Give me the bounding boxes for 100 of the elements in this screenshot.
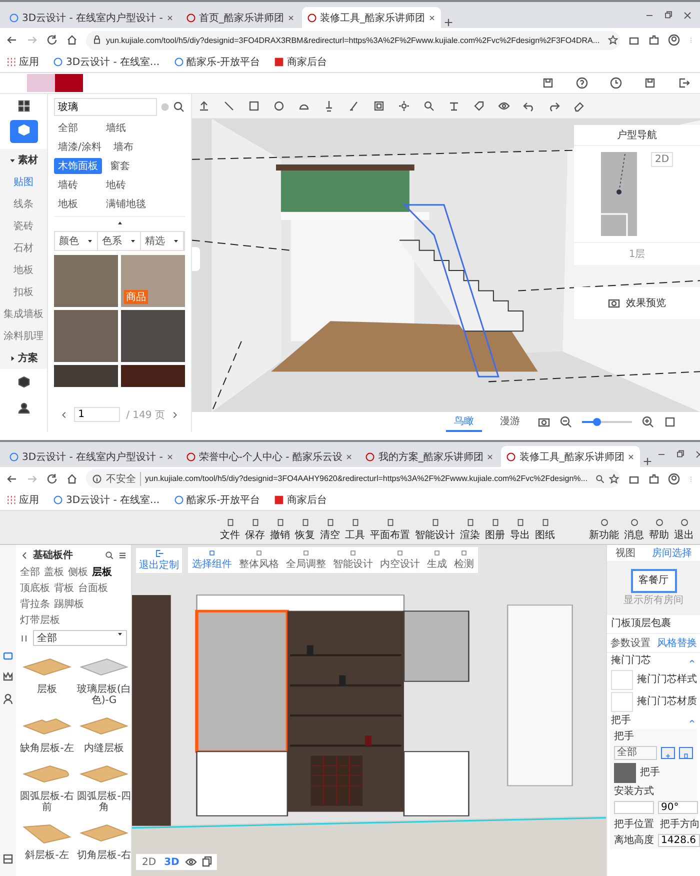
delete-button[interactable] [679,747,693,759]
wood-swatch[interactable] [54,310,118,362]
menu-button[interactable]: 工具 [345,518,365,542]
wood-swatch[interactable] [121,310,185,362]
next-page-icon[interactable] [170,410,179,418]
home-icon[interactable] [66,34,78,46]
view-mode-button[interactable]: 3D [162,856,182,868]
browser-tab[interactable]: 装修工具_酷家乐讲师团 [302,7,441,28]
eraser-icon[interactable] [573,100,585,112]
panel-tab[interactable]: 风格替换 [656,636,697,650]
reload-icon[interactable] [46,34,58,46]
address-bar[interactable]: yun.kujiale.com/tool/h5/diy?designid=3FO4DRAX3RBM&redirecturl=https%3A%2F%2Fwww.kujiale.com%2Fvc%2Fdesign%2F3FO4DRA... [86,30,620,50]
view-tab[interactable]: 漫游 [492,412,528,432]
account-icon[interactable] [668,34,680,46]
bookmark[interactable]: 应用 [6,55,39,69]
category-tab[interactable]: 地板 [54,196,98,212]
view-mode-button[interactable]: 2D [140,856,158,868]
circle-icon[interactable] [273,100,285,112]
clock-icon[interactable] [610,77,622,89]
sort-icon[interactable] [20,634,29,642]
board-item[interactable]: 层板 [20,649,74,706]
sun-icon[interactable] [398,100,410,112]
bookmark[interactable]: 应用 [6,493,39,508]
category-tab[interactable]: 踢脚板 [54,597,84,611]
hexagon-icon[interactable] [18,376,30,388]
collapse-icon[interactable] [116,219,124,227]
category-tab[interactable]: 墙砖 [54,177,98,193]
filter-dropdown[interactable]: 颜色 [55,232,98,250]
browser-tab[interactable]: 3D云设计 - 在线室内户型设计 - [4,446,179,468]
handle-thumbnail[interactable] [614,763,636,783]
board-item[interactable]: 缺角层板-左 [20,708,74,754]
tag-icon[interactable] [473,100,485,112]
menu-button[interactable]: 清空 [320,518,340,542]
browser-tab[interactable]: 首页_酷家乐讲师团 [180,7,300,28]
reload-icon[interactable] [46,472,58,485]
category-tab[interactable]: 侧板 [68,565,88,579]
menu-button[interactable]: 新功能 [589,518,619,542]
eye-icon[interactable] [498,100,510,112]
close-icon[interactable] [166,452,174,461]
list-icon[interactable] [118,550,127,560]
upload-icon[interactable] [198,100,210,112]
square-icon[interactable] [248,100,260,112]
category-tab[interactable]: 满铺地毯 [102,196,150,212]
exit-custom-button[interactable]: 退出定制 [136,548,182,572]
restore-icon[interactable] [664,10,673,20]
menu-button[interactable]: 文件 [220,518,240,542]
board-item[interactable]: 圆弧层板-四角 [77,756,131,813]
install-field[interactable] [614,801,654,814]
bookmark[interactable]: 酷家乐-开放平台 [174,493,260,508]
wood-swatch[interactable] [54,365,118,387]
rail-item[interactable]: 线条 [14,193,34,215]
menu-button[interactable]: 导出 [510,518,530,542]
view-tab[interactable]: 视图 [615,546,636,560]
line-icon[interactable] [223,100,235,112]
category-tab[interactable]: 全部 [20,565,40,579]
category-tab[interactable]: 灯带层板 [20,613,60,627]
page-field[interactable]: 1 [74,407,120,422]
menu-button[interactable]: 图纸 [535,518,555,542]
frame-icon[interactable] [373,100,385,112]
zoom-icon[interactable] [595,474,606,484]
rail-item[interactable]: 地板 [14,259,34,281]
person-icon[interactable] [2,693,14,705]
brush-icon[interactable] [348,100,360,112]
height-field[interactable]: 1428.6 [658,834,700,847]
copy-icon[interactable] [201,856,214,868]
bookmark[interactable]: 3D云设计 - 在线室... [53,55,160,69]
panel-toggle-tab[interactable] [192,247,200,271]
room-label[interactable]: 客餐厅 [630,569,676,593]
menu-button[interactable]: 智能设计 [415,518,455,542]
material-thumbnail[interactable] [611,670,633,690]
bookmark[interactable]: 商家后台 [274,55,328,69]
save-menu-icon[interactable] [542,77,554,89]
board-item[interactable]: 内缝层板 [77,708,131,754]
rail-item[interactable]: 石材 [14,237,34,259]
rail-item[interactable]: 贴图 [14,171,34,193]
search-icon[interactable] [423,100,435,112]
category-tab[interactable]: 全部 [54,120,98,136]
menu-button[interactable]: 撤销 [270,518,290,542]
view-mode-badge[interactable]: 2D [650,152,674,167]
category-tab[interactable]: 墙纸 [102,120,146,136]
chevron-icon[interactable] [688,657,696,665]
back-icon[interactable] [20,550,29,560]
star-icon[interactable] [608,35,618,45]
category-tab[interactable]: 台面板 [78,581,108,595]
wood-swatch[interactable] [121,365,185,387]
chevron-icon[interactable] [688,717,696,725]
category-tab[interactable]: 层板 [92,565,112,579]
account-icon[interactable] [668,472,680,485]
board-item[interactable]: 玻璃层板(白色)-G [77,649,131,706]
view-tab[interactable]: 鸟瞰 [446,412,482,432]
handle-option-button[interactable]: 把手位置 [614,817,654,831]
category-tab[interactable]: 木饰面板 [54,158,102,174]
close-icon[interactable] [286,14,295,22]
material-thumbnail[interactable] [611,692,633,712]
rail-section-header[interactable]: 素材 [9,149,38,171]
menu-button[interactable]: 帮助 [649,518,669,542]
close-icon[interactable] [345,452,354,461]
zoom-out-icon[interactable] [560,416,572,428]
close-icon[interactable] [627,452,636,461]
grid-menu-icon[interactable] [18,100,30,112]
